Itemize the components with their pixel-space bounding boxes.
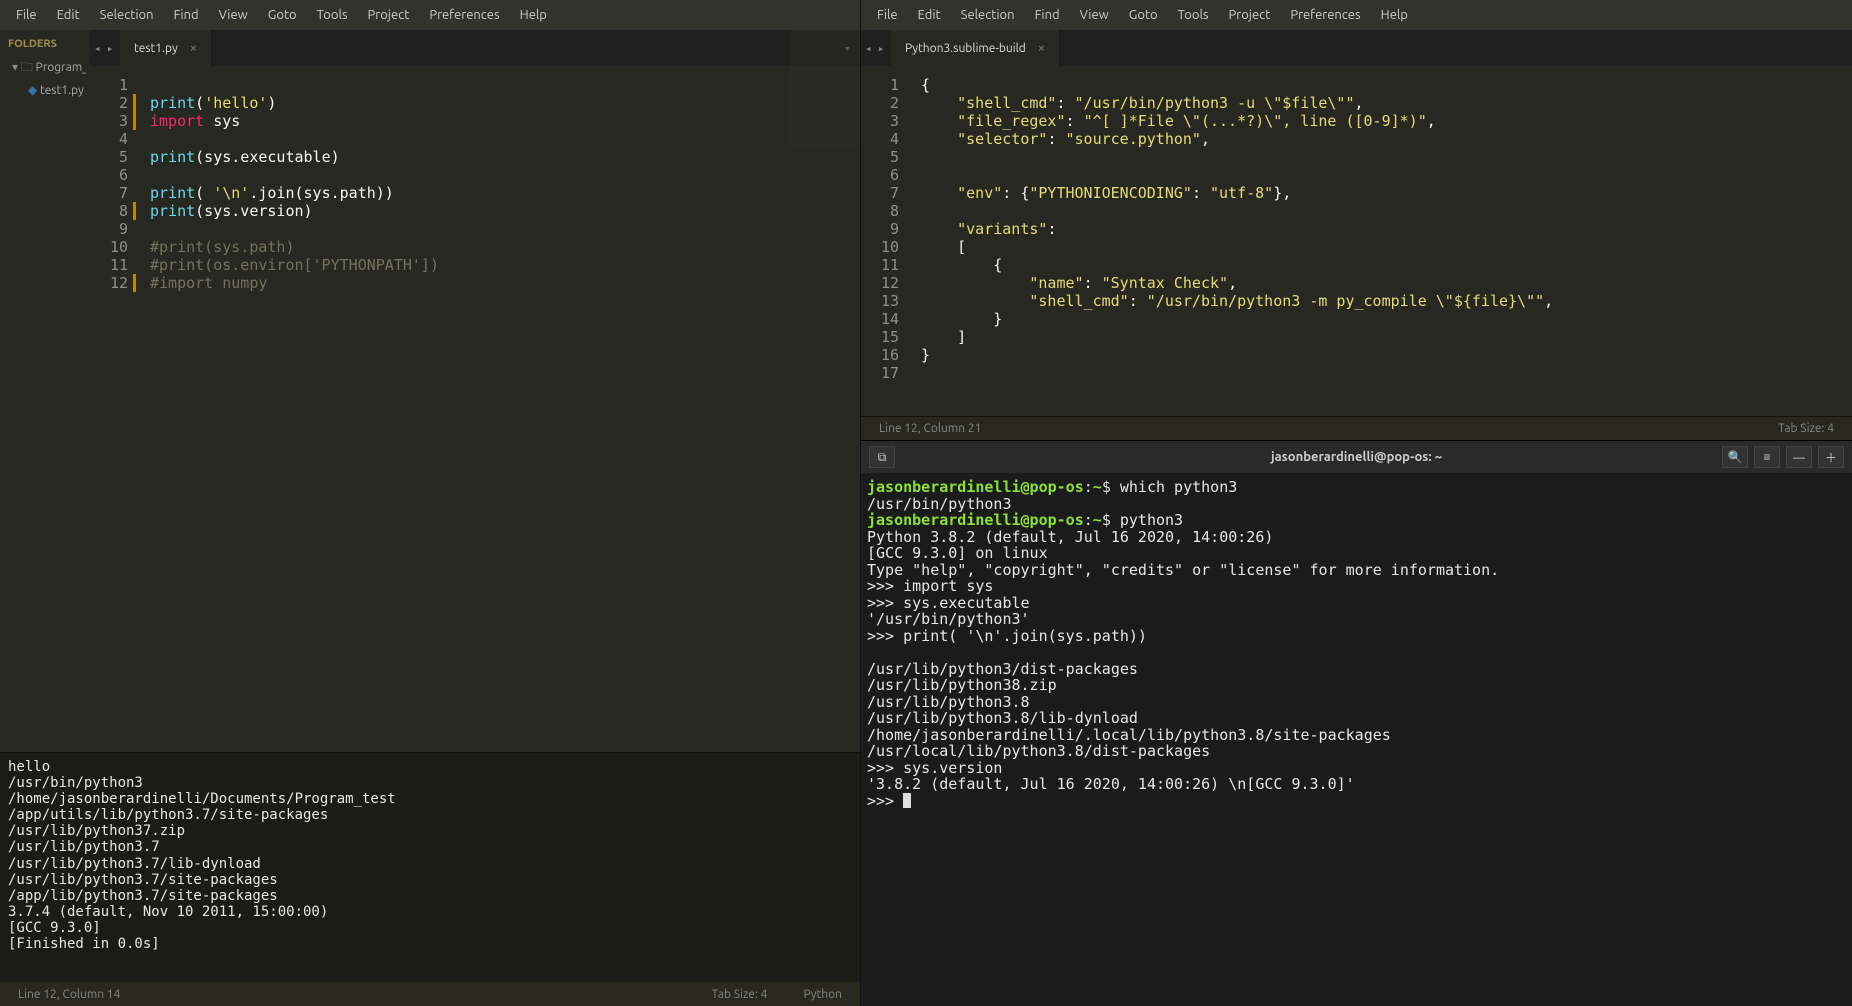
menu-selection[interactable]: Selection (90, 2, 164, 28)
tab-label: Python3.sublime-build (905, 42, 1026, 55)
terminal-window: ⧉ jasonberardinelli@pop-os: ~ 🔍 ≡ — ＋ ja… (861, 440, 1852, 1006)
sidebar-file-label: test1.py (40, 84, 84, 97)
right-column: File Edit Selection Find View Goto Tools… (860, 0, 1852, 1006)
terminal-new-tab-button[interactable]: ⧉ (869, 446, 895, 468)
menu-find[interactable]: Find (164, 2, 209, 28)
menu-goto[interactable]: Goto (1119, 2, 1168, 28)
status-tabsize[interactable]: Tab Size: 4 (1778, 422, 1834, 435)
tab-nav-arrows-icon[interactable]: ◂ ▸ (90, 42, 120, 55)
search-icon[interactable]: 🔍 (1722, 446, 1748, 468)
sidebar-file[interactable]: ◆ test1.py (4, 81, 86, 99)
menubar-left: File Edit Selection Find View Goto Tools… (0, 0, 860, 30)
terminal-body[interactable]: jasonberardinelli@pop-os:~$ which python… (861, 473, 1852, 1006)
code-editor-left[interactable]: 123456789101112 print('hello')import sys… (90, 66, 860, 752)
new-window-icon[interactable]: ＋ (1818, 446, 1844, 468)
status-tabsize[interactable]: Tab Size: 4 (712, 988, 768, 1001)
menu-preferences[interactable]: Preferences (1280, 2, 1370, 28)
tab-row-right: ◂ ▸ Python3.sublime-build × (861, 30, 1852, 66)
sidebar-folder[interactable]: 🗀 Program_tes (4, 56, 86, 81)
code-editor-right[interactable]: 1234567891011121314151617 { "shell_cmd":… (861, 66, 1852, 416)
minimize-icon[interactable]: — (1786, 446, 1812, 468)
menu-project[interactable]: Project (358, 2, 420, 28)
menu-view[interactable]: View (1070, 2, 1119, 28)
statusbar-right: Line 12, Column 21 Tab Size: 4 (861, 416, 1852, 440)
menu-edit[interactable]: Edit (908, 2, 951, 28)
sidebar-folder-label: Program_tes (36, 61, 86, 74)
menu-edit[interactable]: Edit (47, 2, 90, 28)
menu-tools[interactable]: Tools (1168, 2, 1219, 28)
menu-project[interactable]: Project (1219, 2, 1281, 28)
tab-nav-arrows-icon[interactable]: ◂ ▸ (861, 42, 891, 55)
sidebar: FOLDERS 🗀 Program_tes ◆ test1.py (0, 30, 90, 752)
terminal-titlebar: ⧉ jasonberardinelli@pop-os: ~ 🔍 ≡ — ＋ (861, 441, 1852, 473)
menu-preferences[interactable]: Preferences (419, 2, 509, 28)
menu-find[interactable]: Find (1025, 2, 1070, 28)
menu-tools[interactable]: Tools (307, 2, 358, 28)
tab-row-left: ◂ ▸ test1.py × ▾ (90, 30, 860, 66)
tab-label: test1.py (134, 42, 178, 55)
menubar-right: File Edit Selection Find View Goto Tools… (861, 0, 1852, 30)
terminal-title: jasonberardinelli@pop-os: ~ (1271, 450, 1442, 464)
sublime-window-right: File Edit Selection Find View Goto Tools… (861, 0, 1852, 440)
menu-file[interactable]: File (867, 2, 908, 28)
build-output-panel[interactable]: hello /usr/bin/python3 /home/jasonberard… (0, 752, 860, 982)
close-icon[interactable]: × (190, 41, 197, 55)
close-icon[interactable]: × (1038, 41, 1045, 55)
sublime-window-left: File Edit Selection Find View Goto Tools… (0, 0, 860, 1006)
menu-goto[interactable]: Goto (258, 2, 307, 28)
menu-view[interactable]: View (209, 2, 258, 28)
sidebar-title: FOLDERS (4, 36, 86, 56)
status-syntax[interactable]: Python (803, 988, 842, 1001)
tab-build-file[interactable]: Python3.sublime-build × (891, 30, 1060, 66)
menu-file[interactable]: File (6, 2, 47, 28)
menu-help[interactable]: Help (1371, 2, 1418, 28)
status-position: Line 12, Column 21 (879, 422, 981, 435)
menu-help[interactable]: Help (510, 2, 557, 28)
statusbar-left: Line 12, Column 14 Tab Size: 4 Python (0, 982, 860, 1006)
tab-test1[interactable]: test1.py × (120, 30, 212, 66)
hamburger-icon[interactable]: ≡ (1754, 446, 1780, 468)
status-position: Line 12, Column 14 (18, 988, 120, 1001)
menu-selection[interactable]: Selection (951, 2, 1025, 28)
minimap[interactable] (790, 66, 860, 150)
